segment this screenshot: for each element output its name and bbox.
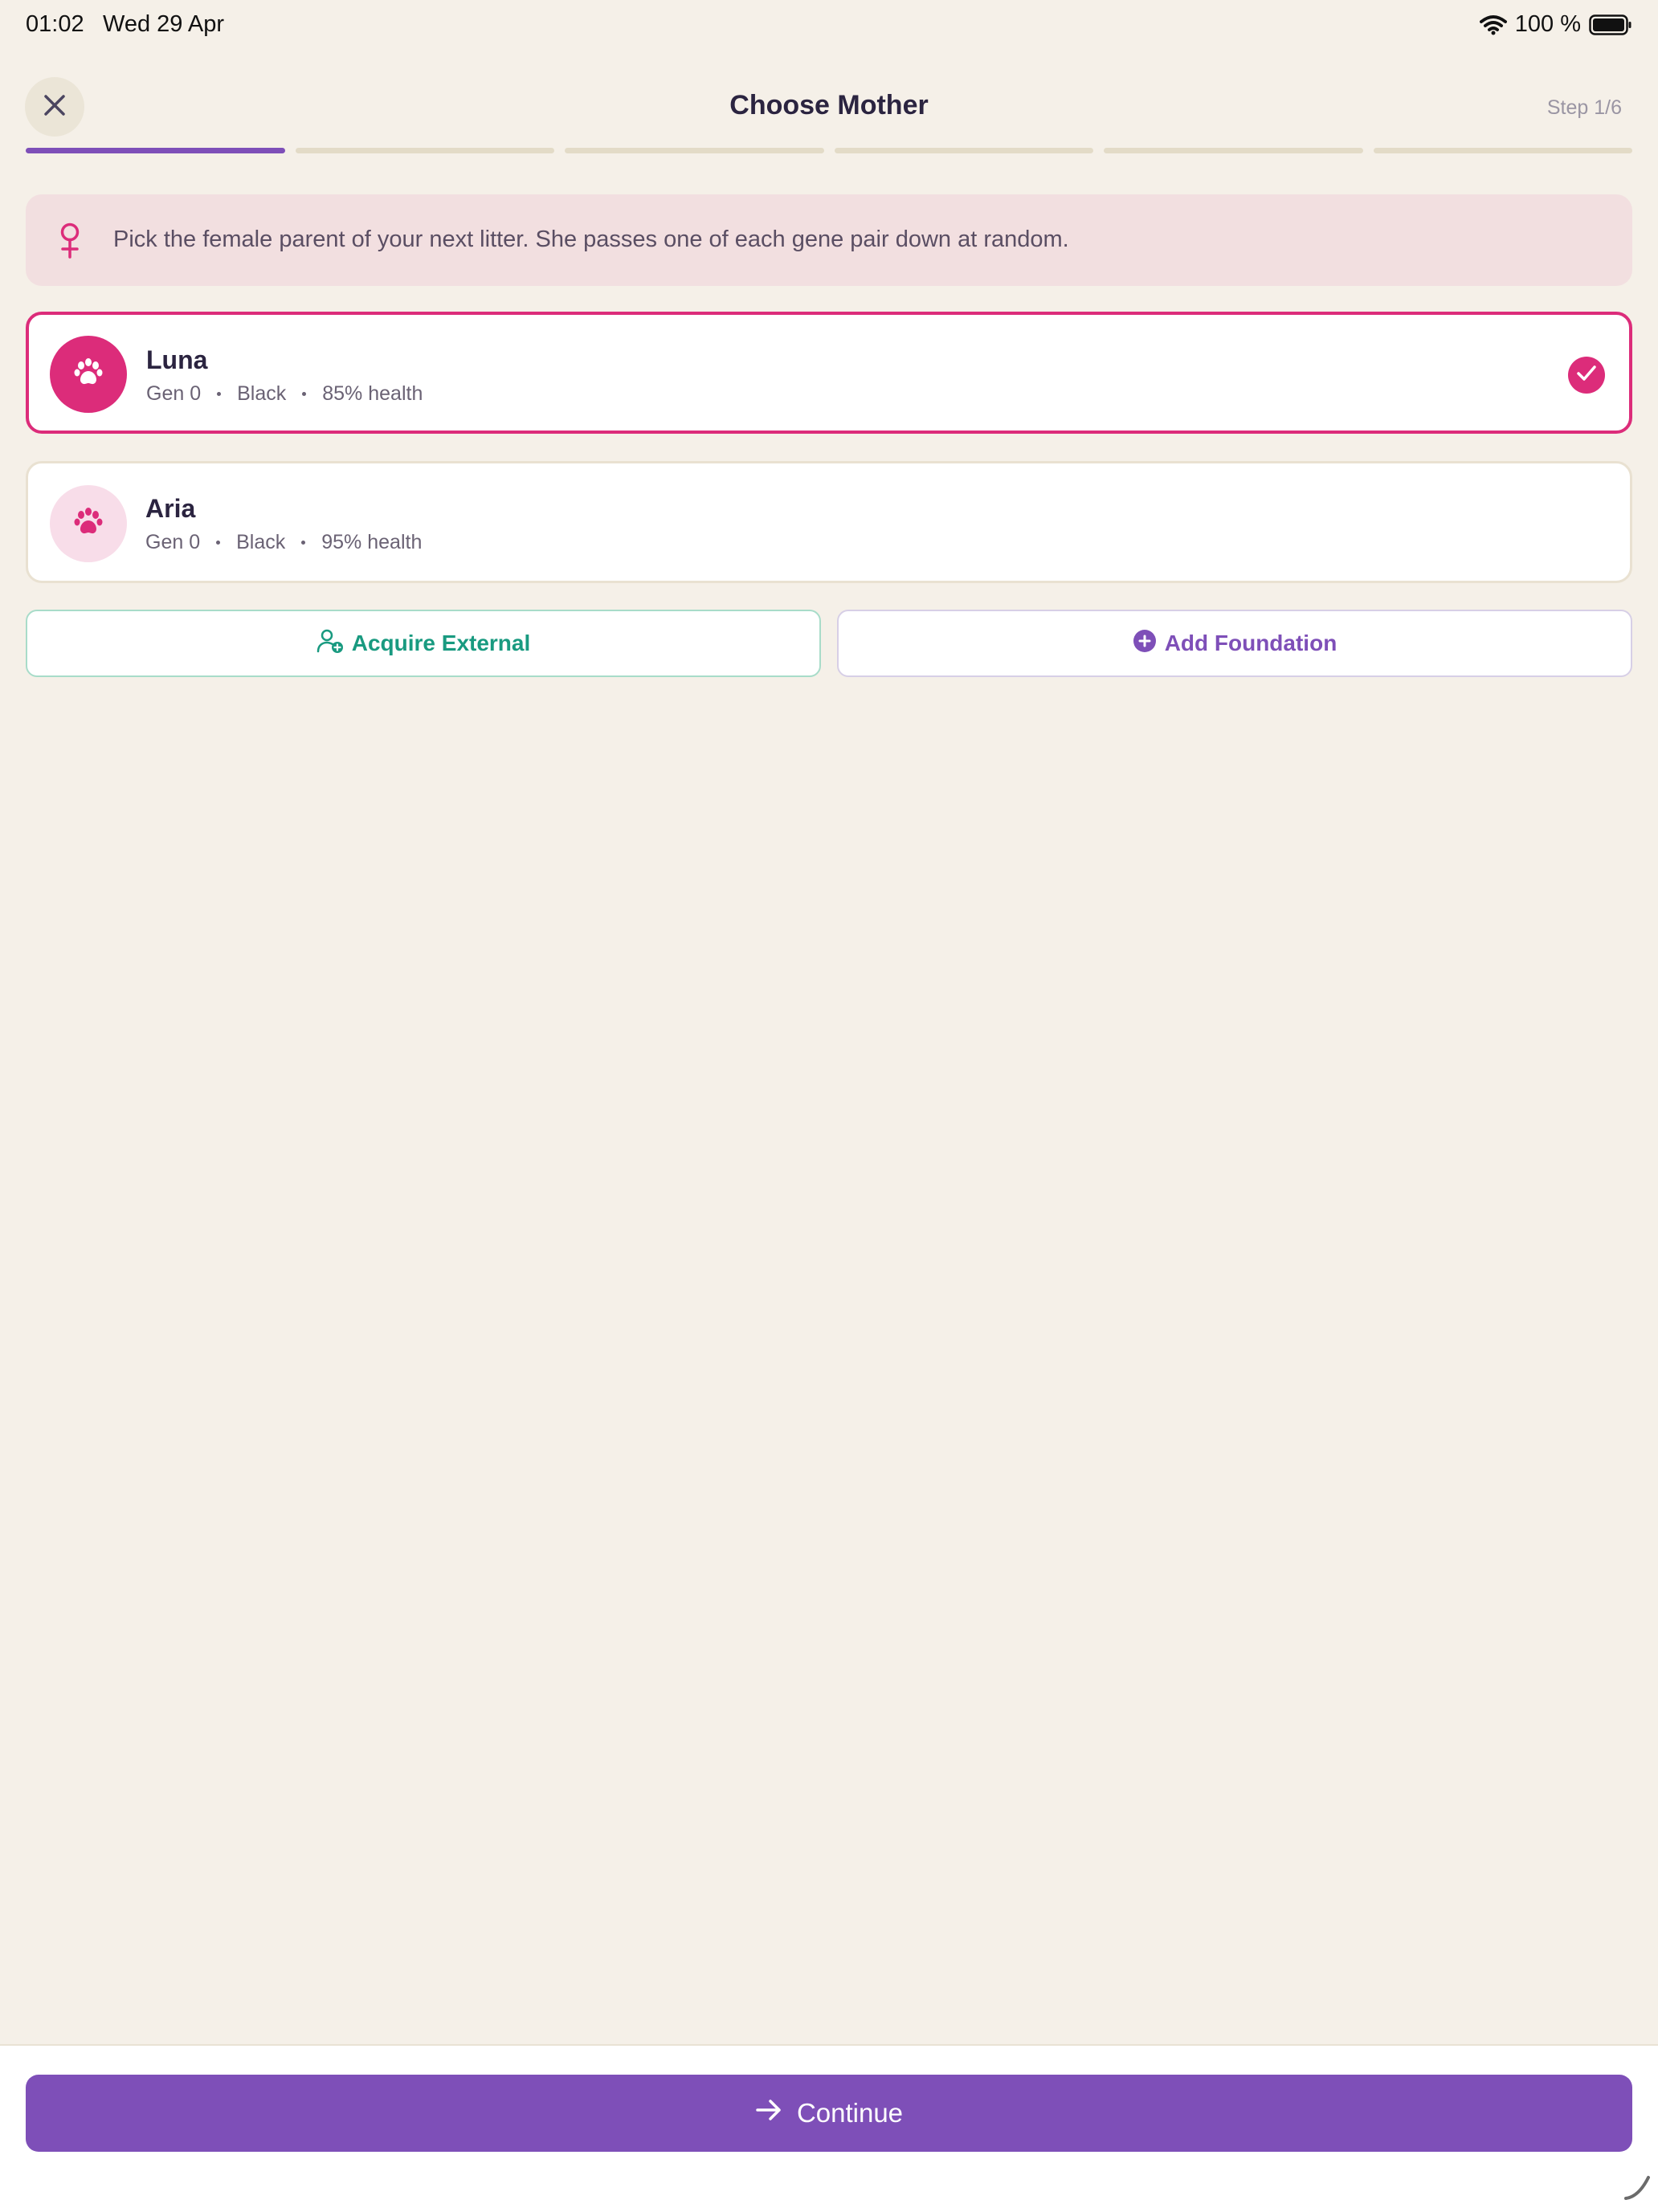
cat-generation: Gen 0 [145, 531, 201, 553]
status-bar: 01:02 Wed 29 Apr 100 % [0, 0, 1658, 51]
status-date: Wed 29 Apr [103, 11, 225, 37]
check-icon [1576, 365, 1597, 386]
paw-icon [72, 506, 104, 542]
cat-meta: Gen 0 Black 95% health [145, 531, 422, 554]
arrow-right-icon [755, 2098, 782, 2128]
step-indicator: Step 1/6 [1546, 96, 1622, 119]
cat-card-aria[interactable]: Aria Gen 0 Black 95% health [26, 461, 1632, 583]
progress-segment-3 [565, 148, 824, 153]
cat-generation: Gen 0 [146, 382, 202, 405]
cat-color: Black [237, 382, 287, 405]
page-title: Choose Mother [729, 90, 929, 120]
continue-button[interactable]: Continue [26, 2075, 1632, 2152]
cat-color: Black [236, 531, 286, 553]
status-time: 01:02 [26, 11, 84, 37]
wifi-icon [1479, 14, 1507, 35]
cat-card-luna[interactable]: Luna Gen 0 Black 85% health [26, 312, 1632, 434]
acquire-external-label: Acquire External [351, 631, 531, 655]
add-foundation-label: Add Foundation [1164, 631, 1337, 655]
separator-dot [301, 541, 306, 545]
resize-handle-icon [1623, 2173, 1652, 2206]
add-foundation-button[interactable]: Add Foundation [837, 610, 1632, 677]
paw-icon [72, 357, 104, 393]
separator-dot [217, 392, 222, 396]
footer: Continue [0, 2044, 1658, 2212]
acquire-external-button[interactable]: Acquire External [26, 610, 821, 677]
continue-label: Continue [796, 2098, 904, 2128]
female-icon [56, 222, 84, 263]
step-progress-bar [26, 148, 1632, 154]
info-banner: Pick the female parent of your next litt… [26, 194, 1632, 286]
avatar [50, 485, 127, 562]
plus-circle-icon [1133, 629, 1157, 659]
progress-segment-1 [26, 148, 285, 153]
cat-name: Luna [146, 345, 208, 374]
cat-name: Aria [145, 494, 196, 523]
separator-dot [216, 541, 221, 545]
cat-health: 95% health [321, 531, 423, 553]
add-user-icon [316, 628, 344, 659]
progress-segment-2 [295, 148, 554, 153]
progress-segment-5 [1104, 148, 1363, 153]
info-text: Pick the female parent of your next litt… [113, 227, 1069, 252]
progress-segment-4 [834, 148, 1093, 153]
status-indicators: 100 % [1479, 11, 1632, 38]
avatar [50, 336, 127, 413]
battery-percent: 100 % [1514, 11, 1581, 37]
cat-health: 85% health [322, 382, 423, 405]
cat-meta: Gen 0 Black 85% health [146, 382, 423, 406]
selected-check-badge [1568, 357, 1605, 394]
battery-icon [1589, 14, 1632, 35]
progress-segment-6 [1373, 148, 1632, 153]
separator-dot [302, 392, 307, 396]
